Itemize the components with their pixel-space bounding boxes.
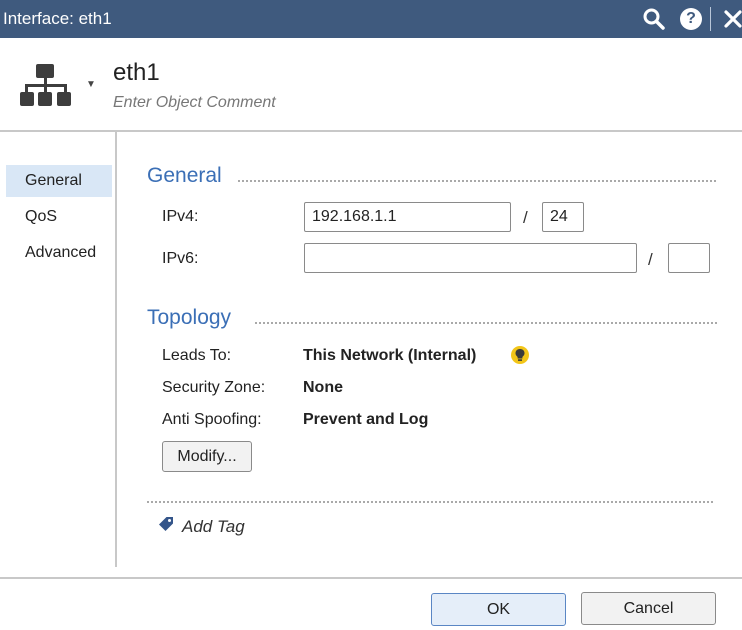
anti-spoofing-label: Anti Spoofing: [162, 411, 262, 428]
ipv6-label: IPv6: [162, 250, 199, 267]
ipv6-mask-input[interactable] [668, 243, 710, 273]
cancel-button[interactable]: Cancel [581, 592, 716, 625]
sidebar-item-qos[interactable]: QoS [6, 201, 112, 233]
section-divider [238, 180, 716, 182]
window-titlebar: Interface: eth1 ? [0, 0, 742, 38]
ipv4-label: IPv4: [162, 208, 199, 225]
section-divider [255, 322, 717, 324]
ipv6-slash: / [648, 250, 653, 269]
ipv4-mask-input[interactable]: 24 [542, 202, 584, 232]
topology-section-title: Topology [147, 306, 232, 329]
object-name[interactable]: eth1 [113, 59, 160, 87]
sidebar-item-advanced[interactable]: Advanced [6, 237, 112, 269]
leads-to-label: Leads To: [162, 347, 232, 364]
add-tag-link[interactable]: Add Tag [158, 516, 245, 537]
window-title: Interface: eth1 [3, 9, 112, 28]
object-header: ▼ eth1 Enter Object Comment [0, 38, 742, 132]
sidebar-item-general[interactable]: General [6, 165, 112, 197]
security-zone-value: None [303, 379, 343, 396]
tag-icon [158, 516, 174, 537]
leads-to-value: This Network (Internal) [303, 347, 477, 364]
ipv6-address-input[interactable] [304, 243, 637, 273]
sidebar-nav: General QoS Advanced [0, 132, 117, 567]
network-hierarchy-icon[interactable] [20, 62, 72, 110]
general-section-title: General [147, 164, 222, 187]
anti-spoofing-value: Prevent and Log [303, 411, 429, 428]
object-comment-field[interactable]: Enter Object Comment [113, 94, 276, 112]
security-zone-label: Security Zone: [162, 379, 266, 396]
close-icon[interactable] [720, 6, 742, 32]
search-icon[interactable] [641, 6, 667, 32]
modify-button[interactable]: Modify... [162, 441, 252, 472]
lightbulb-icon[interactable] [511, 346, 529, 364]
add-tag-label: Add Tag [182, 516, 245, 536]
help-icon[interactable]: ? [678, 6, 704, 32]
section-divider [147, 501, 713, 503]
ipv4-slash: / [523, 208, 528, 227]
ipv4-address-input[interactable]: 192.168.1.1 [304, 202, 511, 232]
icon-dropdown-caret[interactable]: ▼ [86, 79, 96, 90]
titlebar-separator [710, 7, 711, 31]
ok-button[interactable]: OK [431, 593, 566, 626]
